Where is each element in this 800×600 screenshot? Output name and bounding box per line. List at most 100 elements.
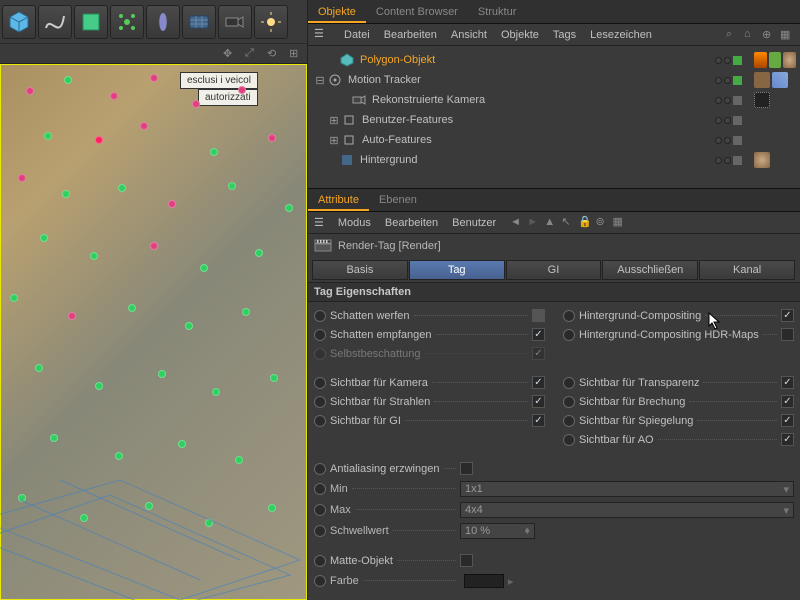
object-manager-menubar: ☰ Datei Bearbeiten Ansicht Objekte Tags … — [308, 24, 800, 46]
checkbox[interactable] — [781, 309, 794, 322]
new-icon[interactable]: ⊚ — [595, 215, 609, 229]
spline-tool-button[interactable] — [38, 5, 72, 39]
tab-content-browser[interactable]: Content Browser — [366, 3, 468, 23]
prop-sichtbar-ao: Sichtbar für AO — [563, 430, 794, 449]
prop-selbstbeschattung: Selbstbeschattung — [314, 344, 545, 363]
max-dropdown: 4x4▾ — [460, 502, 794, 518]
anim-handle[interactable] — [314, 396, 326, 408]
checkbox[interactable] — [532, 395, 545, 408]
tree-item-rek-kamera: Rekonstruierte Kamera — [308, 90, 800, 110]
expander-icon[interactable]: ⊞ — [328, 114, 340, 127]
cube-tool-button[interactable] — [2, 5, 36, 39]
tab-attribute[interactable]: Attribute — [308, 191, 369, 211]
layout-icon[interactable]: ▦ — [780, 28, 794, 42]
lock-icon[interactable]: 🔒 — [578, 215, 592, 229]
nav-icon[interactable]: ↖ — [561, 215, 575, 229]
checkbox[interactable] — [781, 395, 794, 408]
schwellwert-input: 10 %♦ — [460, 523, 535, 539]
anim-handle[interactable] — [563, 377, 575, 389]
anim-handle[interactable] — [314, 329, 326, 341]
anim-handle — [314, 525, 326, 537]
checkbox[interactable] — [781, 433, 794, 446]
prop-schatten-empfangen: Schatten empfangen — [314, 325, 545, 344]
anim-handle[interactable] — [563, 329, 575, 341]
tab-objekte[interactable]: Objekte — [308, 3, 366, 23]
search-icon[interactable]: ⌕ — [726, 28, 740, 42]
tag-icon[interactable] — [754, 72, 770, 88]
menu-tags[interactable]: Tags — [553, 29, 576, 41]
menu-lesezeichen[interactable]: Lesezeichen — [590, 29, 652, 41]
anim-handle[interactable] — [314, 555, 326, 567]
menu-objekte[interactable]: Objekte — [501, 29, 539, 41]
btab-kanal[interactable]: Kanal — [699, 260, 795, 280]
anim-handle[interactable] — [314, 310, 326, 322]
tree-item-benutzer-features: ⊞ Benutzer-Features — [308, 110, 800, 130]
background-icon — [338, 153, 356, 167]
material-tag-icon[interactable] — [754, 152, 770, 168]
btab-gi[interactable]: GI — [506, 260, 602, 280]
tab-ebenen[interactable]: Ebenen — [369, 191, 427, 211]
prop-matte: Matte-Objekt — [314, 551, 794, 570]
menu-bearbeiten[interactable]: Bearbeiten — [385, 217, 438, 229]
rotate-icon[interactable]: ⟲ — [267, 47, 281, 61]
anim-handle[interactable] — [314, 463, 326, 475]
anim-handle — [314, 575, 326, 587]
viewport[interactable]: esclusi i veicol autorizzati — [0, 64, 307, 600]
tree-item-hintergrund: Hintergrund — [308, 150, 800, 170]
manager-menu-icon[interactable]: ☰ — [314, 216, 324, 229]
checkbox[interactable] — [781, 376, 794, 389]
zoom-icon[interactable]: ⤢ — [245, 47, 259, 61]
menu-ansicht[interactable]: Ansicht — [451, 29, 487, 41]
checkbox[interactable] — [532, 328, 545, 341]
anim-handle[interactable] — [563, 434, 575, 446]
menu-datei[interactable]: Datei — [344, 29, 370, 41]
checkbox[interactable] — [781, 414, 794, 427]
light-tool-button[interactable] — [254, 5, 288, 39]
chevron-down-icon: ▾ — [783, 483, 789, 496]
anim-handle[interactable] — [314, 415, 326, 427]
menu-benutzer[interactable]: Benutzer — [452, 217, 496, 229]
prop-sichtbar-transparenz: Sichtbar für Transparenz — [563, 373, 794, 392]
menu-bearbeiten[interactable]: Bearbeiten — [384, 29, 437, 41]
function-icon[interactable]: ⊕ — [762, 28, 776, 42]
checkbox[interactable] — [781, 328, 794, 341]
checkbox[interactable] — [532, 309, 545, 322]
material-tag-icon[interactable] — [783, 52, 796, 68]
layout-icon[interactable]: ⊞ — [289, 47, 303, 61]
anim-handle[interactable] — [563, 396, 575, 408]
layout-icon[interactable]: ▦ — [613, 215, 627, 229]
btab-ausschliessen[interactable]: Ausschließen — [602, 260, 698, 280]
up-icon[interactable]: ▲ — [544, 216, 558, 230]
anim-handle[interactable] — [314, 377, 326, 389]
deformer-tool-button[interactable] — [146, 5, 180, 39]
prop-sichtbar-strahlen: Sichtbar für Strahlen — [314, 392, 545, 411]
environment-tool-button[interactable] — [182, 5, 216, 39]
checkbox[interactable] — [460, 554, 473, 567]
array-tool-button[interactable] — [110, 5, 144, 39]
anim-handle[interactable] — [563, 415, 575, 427]
tab-struktur[interactable]: Struktur — [468, 3, 527, 23]
btab-basis[interactable]: Basis — [312, 260, 408, 280]
camera-tool-button[interactable] — [218, 5, 252, 39]
next-icon[interactable]: ► — [527, 216, 541, 230]
nav-icon[interactable]: ✥ — [223, 47, 237, 61]
anim-handle[interactable] — [563, 310, 575, 322]
target-tag-icon[interactable] — [754, 92, 770, 108]
manager-menu-icon[interactable]: ☰ — [314, 27, 330, 43]
expander-icon[interactable]: ⊟ — [314, 74, 326, 87]
nurbs-tool-button[interactable] — [74, 5, 108, 39]
checkbox[interactable] — [532, 414, 545, 427]
home-icon[interactable]: ⌂ — [744, 28, 758, 42]
color-swatch — [464, 574, 504, 588]
checkbox[interactable] — [532, 376, 545, 389]
min-dropdown: 1x1▾ — [460, 481, 794, 497]
prev-icon[interactable]: ◄ — [510, 216, 524, 230]
btab-tag[interactable]: Tag — [409, 260, 505, 280]
compositing-tag-icon[interactable] — [754, 52, 767, 68]
tag-icon[interactable] — [772, 72, 788, 88]
menu-modus[interactable]: Modus — [338, 217, 371, 229]
texture-tag-icon[interactable] — [769, 52, 782, 68]
prop-farbe: Farbe▸ — [314, 571, 794, 591]
checkbox[interactable] — [460, 462, 473, 475]
expander-icon[interactable]: ⊞ — [328, 134, 340, 147]
